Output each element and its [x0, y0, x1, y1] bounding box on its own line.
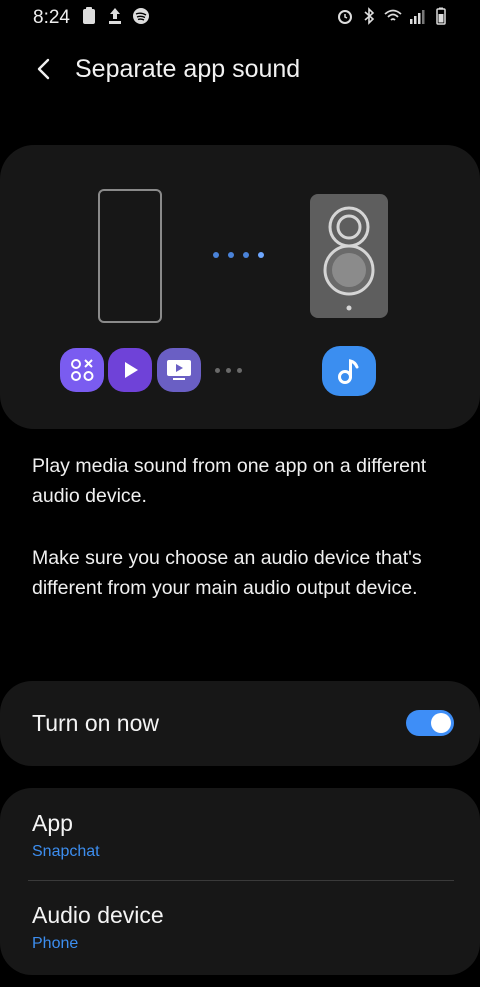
back-button[interactable]: [26, 51, 62, 87]
page-title: Separate app sound: [75, 55, 301, 83]
upload-icon: [109, 8, 121, 24]
music-note-icon: [322, 346, 376, 396]
connection-dot: [228, 252, 234, 258]
switch-knob: [431, 713, 451, 733]
speaker-cones: [323, 206, 375, 311]
connection-dots: [213, 252, 264, 258]
status-left-icons: [80, 7, 150, 25]
connection-dot: [243, 252, 249, 258]
chevron-left-icon: [37, 58, 50, 80]
status-time: 8:24: [33, 7, 70, 28]
clipboard-icon: [83, 7, 95, 24]
apps-grid-icon: [60, 348, 104, 392]
app-setting-value: Snapchat: [32, 843, 100, 860]
description-paragraph-2: Make sure you choose an audio device tha…: [32, 547, 422, 599]
status-right-icons: [336, 7, 450, 25]
audio-device-setting-row[interactable]: Audio device Phone: [0, 880, 480, 970]
phone-outline-icon: [98, 189, 162, 323]
wifi-icon: [384, 9, 402, 21]
turn-on-row[interactable]: Turn on now: [0, 681, 480, 766]
turn-on-switch[interactable]: [406, 710, 454, 736]
turn-on-label: Turn on now: [32, 710, 159, 736]
battery-icon: [436, 7, 446, 25]
spotify-icon: [133, 8, 149, 24]
more-apps-dots: [215, 368, 242, 373]
app-setting-title: App: [32, 810, 73, 836]
illustration-card: [0, 145, 480, 429]
description-paragraph-1: Play media sound from one app on a diffe…: [32, 455, 427, 507]
audio-device-setting-title: Audio device: [32, 902, 164, 928]
audio-device-setting-value: Phone: [32, 935, 79, 952]
signal-icon: [410, 10, 425, 24]
tv-icon: [157, 348, 201, 392]
app-bar: Separate app sound: [0, 45, 480, 95]
connection-dot: [258, 252, 264, 258]
bluetooth-icon: [364, 7, 375, 25]
app-setting-row[interactable]: App Snapchat: [0, 788, 480, 878]
speaker-icon: [310, 194, 388, 318]
play-icon: [108, 348, 152, 392]
settings-card: App Snapchat Audio device Phone: [0, 788, 480, 975]
connection-dot: [213, 252, 219, 258]
status-bar: 8:24: [0, 0, 480, 34]
alarm-icon: [338, 10, 352, 24]
